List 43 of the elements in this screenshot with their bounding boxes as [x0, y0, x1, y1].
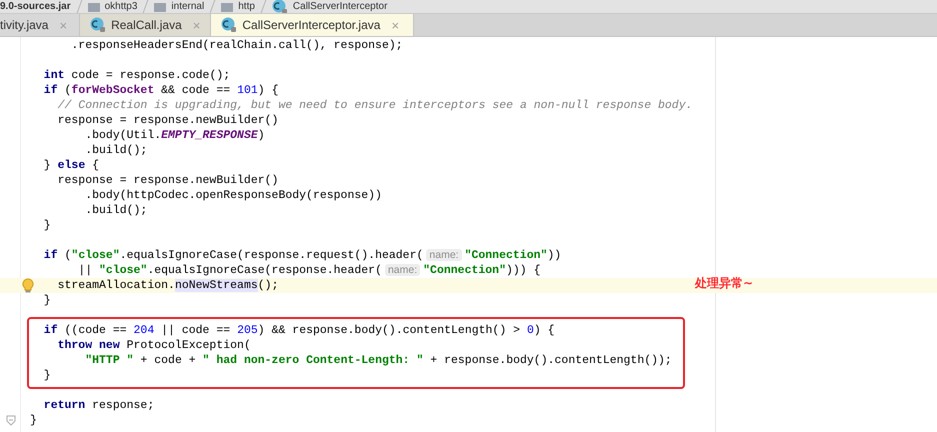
editor-tab[interactable]: CallServerInterceptor.java ×: [211, 14, 414, 36]
code-text: return response;: [42, 399, 154, 412]
code-text: }: [30, 414, 37, 427]
code-text: if (forWebSocket && code == 101) {: [42, 84, 279, 97]
breadcrumb-item[interactable]: CallServerInterceptor: [292, 1, 388, 12]
lightbulb-icon[interactable]: [22, 278, 34, 293]
code-text: || "close".equalsIgnoreCase(response.header(: [77, 264, 382, 277]
code-text: .build();: [84, 204, 148, 217]
code-text: } else {: [42, 159, 100, 172]
annotation-text: 处理异常~: [695, 276, 754, 291]
editor-tab[interactable]: RealCall.java ×: [80, 14, 212, 36]
folder-icon: [221, 2, 234, 12]
folder-icon: [154, 2, 166, 12]
code-text: "Connection")): [464, 249, 562, 262]
fold-icon[interactable]: [6, 415, 16, 426]
code-text: response = response.newBuilder(): [56, 114, 278, 127]
class-icon: [90, 17, 106, 33]
code-text: // Connection is upgrading, but we need to ensure interceptors see a non-null response body.: [56, 99, 693, 112]
code-text: .responseHeadersEnd(realChain.call(), response);: [70, 39, 403, 52]
code-text: .body(Util.EMPTY_RESPONSE): [84, 129, 265, 142]
code-text: "Connection"))) {: [423, 264, 540, 277]
code-text: "HTTP " + code + " had non-zero Content-Length: " + response.body().contentLength());: [84, 354, 672, 367]
code-text: streamAllocation.noNewStreams();: [56, 279, 278, 292]
code-text: .build();: [84, 144, 148, 157]
code-text: throw new ProtocolException(: [56, 339, 251, 352]
parameter-hint: name:: [384, 264, 420, 276]
code-text: if ("close".equalsIgnoreCase(response.request().header(: [42, 249, 424, 262]
code-text: }: [42, 294, 51, 307]
editor-tab[interactable]: tivity.java ×: [0, 14, 80, 36]
code-text: }: [42, 219, 51, 232]
class-icon: [272, 0, 288, 13]
code-text: if ((code == 204 || code == 205) && response.body().contentLength() > 0) {: [42, 324, 555, 337]
parameter-hint: name:: [426, 249, 462, 261]
code-text: int code = response.code();: [42, 69, 230, 82]
code-text: response = response.newBuilder(): [56, 174, 278, 187]
breadcrumb-item[interactable]: okhttp3: [104, 1, 138, 12]
breadcrumb-item[interactable]: internal: [171, 1, 204, 12]
folder-icon: [88, 2, 100, 12]
code-text: }: [42, 369, 51, 382]
breadcrumb-item[interactable]: http: [238, 1, 255, 12]
class-icon: [221, 17, 238, 33]
breadcrumb-item[interactable]: 9.0-sources.jar: [0, 1, 71, 12]
code-text: .body(httpCodec.openResponseBody(response)): [84, 189, 382, 202]
